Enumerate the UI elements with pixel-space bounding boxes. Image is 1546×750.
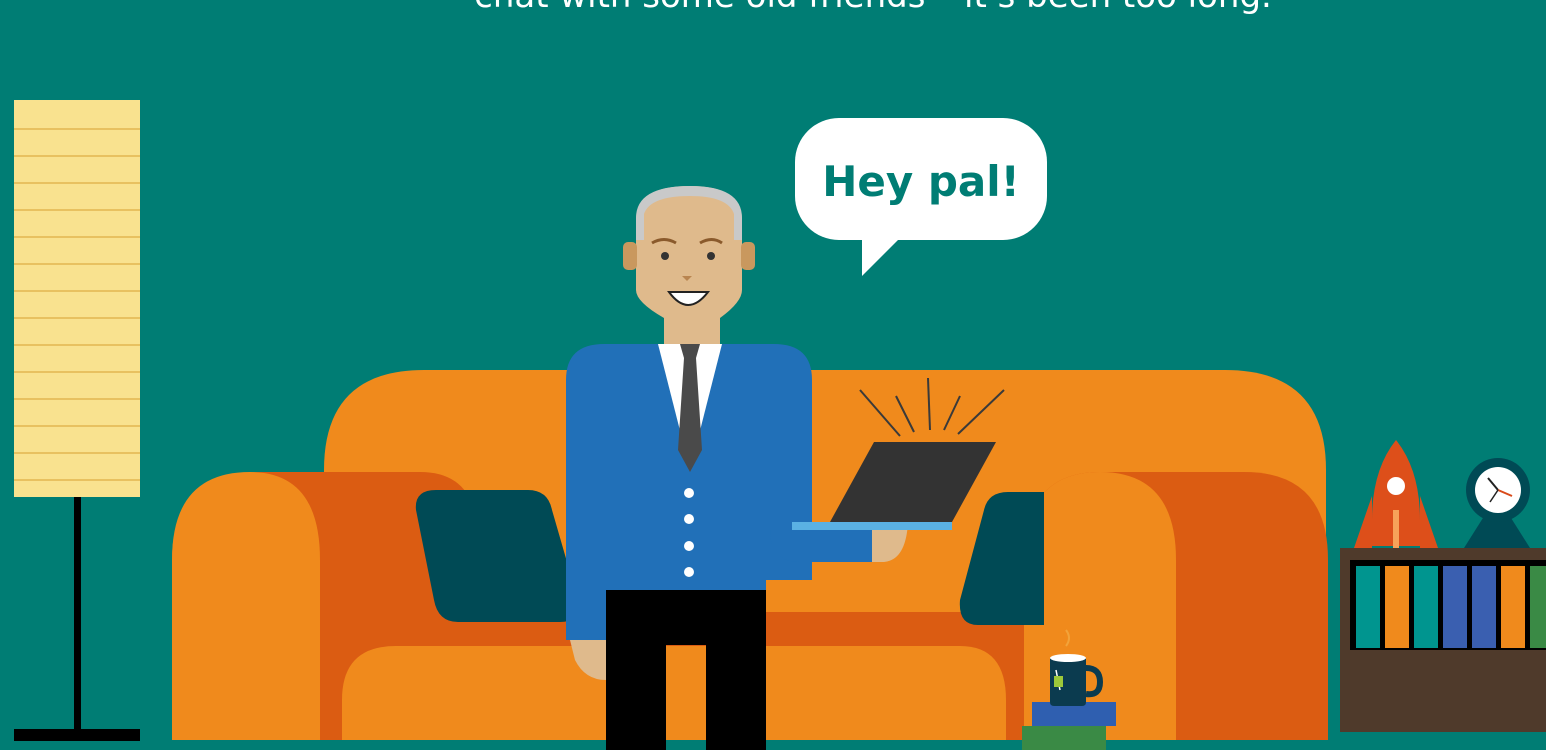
bookshelf-icon bbox=[1340, 548, 1546, 732]
rocket-icon bbox=[1354, 440, 1438, 548]
illustration-scene: chat with some old friends – it’s been t… bbox=[0, 0, 1546, 750]
clock-icon bbox=[1464, 458, 1530, 548]
speech-bubble-icon: Hey pal! bbox=[795, 118, 1047, 276]
floor-lamp-icon bbox=[14, 100, 140, 741]
scene-graphics: Hey pal! bbox=[14, 100, 1546, 750]
speech-bubble-text: Hey pal! bbox=[822, 157, 1020, 206]
books-icon bbox=[1022, 702, 1116, 750]
